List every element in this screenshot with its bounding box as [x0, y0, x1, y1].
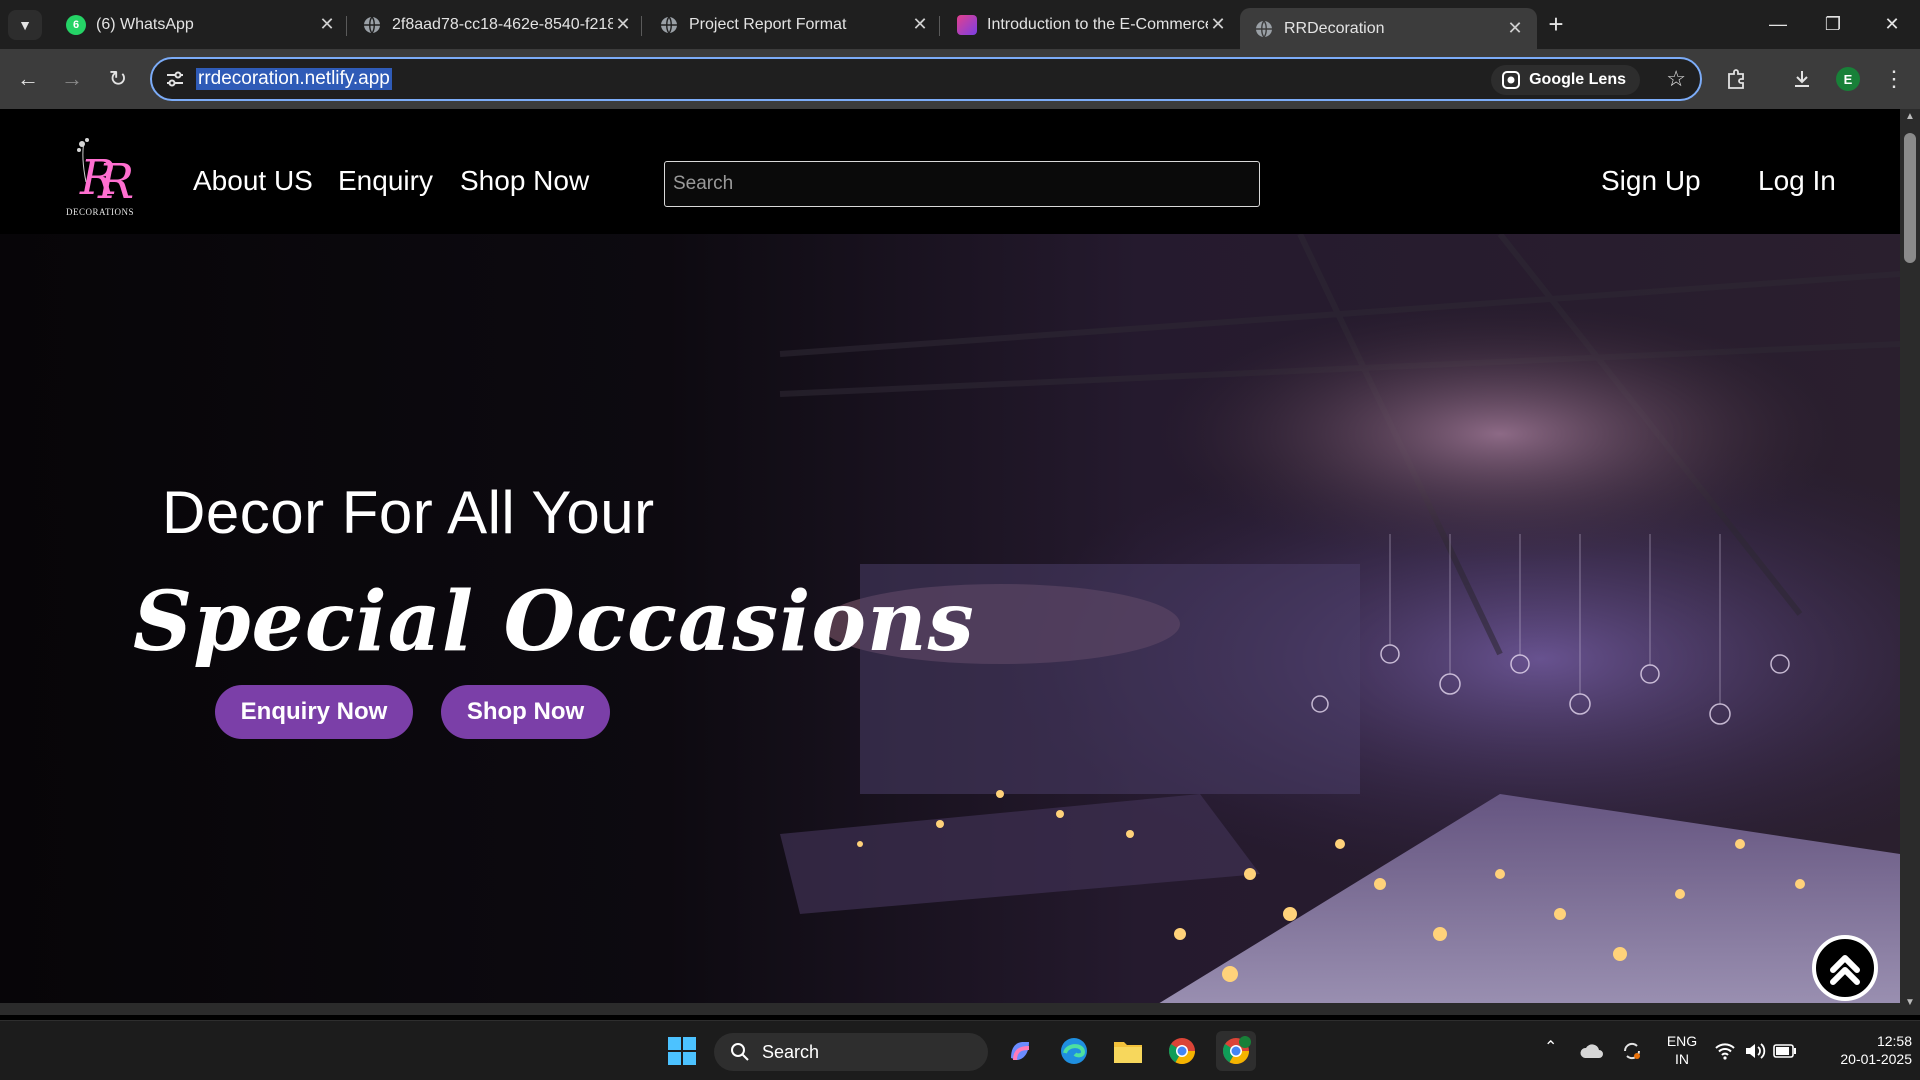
shop-now-button[interactable]: Shop Now — [441, 685, 610, 739]
globe-icon — [659, 15, 679, 35]
close-icon[interactable]: ✕ — [613, 14, 633, 35]
scroll-up-arrow-icon[interactable]: ▲ — [1900, 111, 1920, 127]
taskbar-search-box[interactable]: Search — [714, 1033, 988, 1071]
horizontal-scrollbar[interactable] — [0, 1003, 1900, 1015]
tab-title: RRDecoration — [1284, 19, 1385, 37]
edge-icon[interactable] — [1054, 1031, 1094, 1071]
reload-button[interactable]: ↻ — [102, 63, 134, 95]
download-icon[interactable] — [1786, 63, 1818, 95]
extensions-icon[interactable] — [1720, 63, 1752, 95]
profile-avatar[interactable]: E — [1836, 67, 1860, 91]
show-hidden-icons-icon[interactable]: ⌃ — [1544, 1039, 1557, 1057]
tab-ecommerce[interactable]: Introduction to the E-Commerce ✕ — [943, 6, 1240, 43]
region-code: IN — [1675, 1051, 1689, 1067]
tab-strip: ▼ 6 (6) WhatsApp ✕ 2f8aad78-cc18-462e-85… — [0, 0, 1920, 49]
tab-search-button[interactable]: ▼ — [8, 10, 42, 40]
bookmark-star-icon[interactable]: ☆ — [1666, 66, 1686, 92]
tab-title: 2f8aad78-cc18-462e-8540-f218 — [392, 15, 613, 33]
tab-badge: 6 — [72, 18, 80, 31]
double-chevron-up-icon — [1830, 955, 1860, 985]
lens-icon — [1502, 71, 1521, 89]
globe-icon — [362, 15, 382, 35]
vertical-scrollbar[interactable]: ▲ ▼ — [1900, 109, 1920, 1015]
scroll-to-top-button[interactable] — [1812, 935, 1878, 1001]
minimize-button[interactable]: — — [1758, 8, 1798, 40]
taskbar-search-label: Search — [762, 1041, 820, 1062]
course-site-icon — [957, 14, 977, 35]
back-button[interactable]: ← — [12, 63, 44, 95]
close-icon[interactable]: ✕ — [910, 14, 930, 35]
url-text[interactable]: rrdecoration.netlify.app — [196, 68, 392, 90]
chrome-icon[interactable] — [1162, 1031, 1202, 1071]
tab-title: (6) WhatsApp — [96, 15, 194, 33]
menu-kebab-icon[interactable]: ⋮ — [1878, 63, 1910, 95]
tab-title: Introduction to the E-Commerce — [987, 15, 1208, 33]
address-bar[interactable]: rrdecoration.netlify.app Google Lens ☆ — [150, 57, 1702, 101]
close-window-button[interactable]: ✕ — [1872, 8, 1912, 40]
forward-button[interactable]: → — [56, 63, 88, 95]
tab-separator — [641, 16, 642, 36]
sync-icon[interactable] — [1614, 1031, 1650, 1071]
enquiry-now-button[interactable]: Enquiry Now — [215, 685, 413, 739]
nav-about-us[interactable]: About US — [193, 165, 313, 197]
scrollbar-thumb[interactable] — [1904, 133, 1916, 263]
wifi-icon[interactable] — [1710, 1031, 1740, 1071]
tab-whatsapp[interactable]: 6 (6) WhatsApp ✕ — [52, 6, 349, 43]
clock-date: 20-01-2025 — [1840, 1051, 1912, 1067]
chevron-down-icon: ▼ — [18, 17, 32, 33]
tab-separator — [346, 16, 347, 36]
input-language[interactable]: ENG IN — [1662, 1032, 1702, 1068]
globe-icon — [1254, 19, 1274, 39]
logo-graphic: R R — [77, 138, 134, 210]
new-tab-button[interactable]: + — [1543, 11, 1569, 37]
nav-enquiry[interactable]: Enquiry — [338, 165, 433, 197]
onedrive-icon[interactable] — [1574, 1031, 1610, 1071]
copilot-icon[interactable] — [1000, 1031, 1040, 1071]
webpage: R R DECORATIONS About US Enquiry Shop No… — [0, 109, 1900, 1015]
tab-uuid[interactable]: 2f8aad78-cc18-462e-8540-f218 ✕ — [348, 6, 645, 43]
scroll-down-arrow-icon[interactable]: ▼ — [1900, 997, 1920, 1013]
tab-rrdecoration[interactable]: RRDecoration ✕ — [1240, 8, 1537, 49]
language-code: ENG — [1666, 1033, 1698, 1049]
close-icon[interactable]: ✕ — [1505, 18, 1525, 39]
clock-time: 12:58 — [1876, 1033, 1912, 1049]
site-info-icon[interactable] — [164, 68, 186, 90]
close-icon[interactable]: ✕ — [317, 14, 337, 35]
clock[interactable]: 12:58 20-01-2025 — [1812, 1032, 1912, 1068]
chrome-profile-e-icon[interactable] — [1216, 1031, 1256, 1071]
google-lens-button[interactable]: Google Lens — [1491, 65, 1640, 95]
close-icon[interactable]: ✕ — [1208, 14, 1228, 35]
hero-heading-line2: Special Occasions — [133, 574, 975, 670]
site-header: R R DECORATIONS About US Enquiry Shop No… — [0, 109, 1900, 234]
site-search-input[interactable] — [664, 161, 1260, 207]
battery-icon[interactable] — [1770, 1031, 1800, 1071]
windows-taskbar: Search ⌃ ENG IN 12:58 20-01-2025 — [0, 1020, 1920, 1080]
hero-heading-line1: Decor For All Your — [162, 479, 655, 546]
lens-label: Google Lens — [1529, 71, 1626, 88]
log-in-link[interactable]: Log In — [1758, 165, 1836, 197]
sign-up-link[interactable]: Sign Up — [1601, 165, 1701, 197]
nav-shop-now[interactable]: Shop Now — [460, 165, 589, 197]
tab-project-report[interactable]: Project Report Format ✕ — [645, 6, 942, 43]
browser-toolbar: ← → ↻ rrdecoration.netlify.app Google Le… — [0, 49, 1920, 109]
whatsapp-icon: 6 — [66, 14, 86, 35]
search-icon — [731, 1043, 749, 1061]
tab-separator — [939, 16, 940, 36]
file-explorer-icon[interactable] — [1108, 1031, 1148, 1071]
restore-button[interactable]: ❐ — [1813, 8, 1853, 40]
hero-banner: Decor For All Your Special Occasions Enq… — [0, 234, 1900, 1015]
tab-title: Project Report Format — [689, 15, 847, 33]
svg-text:R: R — [97, 154, 134, 206]
logo-text: DECORATIONS — [65, 207, 134, 217]
volume-icon[interactable] — [1740, 1031, 1770, 1071]
site-logo[interactable]: R R DECORATIONS — [60, 134, 140, 224]
windows-start-icon[interactable] — [662, 1031, 702, 1071]
